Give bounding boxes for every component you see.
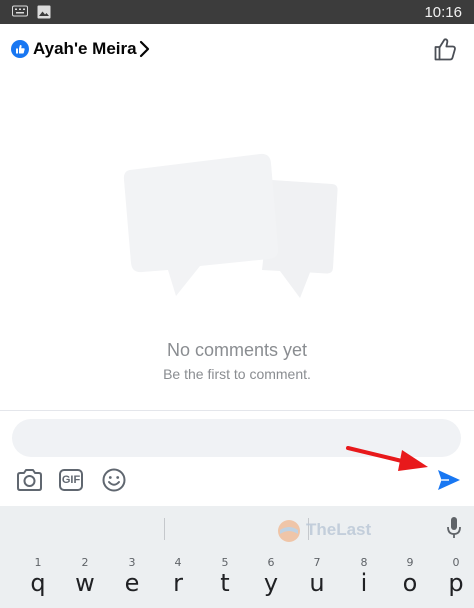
thumbs-up-icon[interactable] [433, 36, 459, 62]
key-i[interactable]: 8i [349, 554, 379, 606]
key-letter: t [220, 569, 230, 597]
key-number-hint: 5 [221, 556, 229, 569]
annotation-arrow [346, 446, 428, 471]
key-w[interactable]: 2w [70, 554, 100, 606]
empty-state-subtitle: Be the first to comment. [163, 366, 311, 382]
key-number-hint: 6 [267, 556, 275, 569]
send-icon[interactable] [436, 468, 462, 492]
key-p[interactable]: 0p [441, 554, 471, 606]
gif-icon[interactable]: GIF [59, 469, 83, 491]
key-letter: i [360, 569, 368, 597]
empty-state-title: No comments yet [166, 340, 308, 360]
key-letter: p [448, 569, 464, 597]
emoji-icon[interactable] [102, 468, 126, 492]
key-letter: o [402, 569, 418, 597]
key-letter: y [263, 569, 279, 597]
key-number-hint: 7 [313, 556, 321, 569]
soft-keyboard: TheLast 1q 2w 3e 4r 5t 6y 7u 8i 9o 0p [0, 506, 474, 608]
key-t[interactable]: 5t [210, 554, 240, 606]
microphone-icon[interactable] [446, 516, 462, 540]
status-time: 10:16 [424, 4, 462, 21]
key-letter: e [124, 569, 140, 597]
reactor-name-link[interactable]: Ayah'e Meira [33, 39, 137, 59]
status-bar: 10:16 [0, 0, 474, 24]
camera-icon[interactable] [16, 468, 43, 492]
key-number-hint: 3 [128, 556, 136, 569]
key-o[interactable]: 9o [395, 554, 425, 606]
key-number-hint: 2 [81, 556, 89, 569]
key-letter: u [309, 569, 325, 597]
key-letter: r [173, 569, 183, 597]
suggestion-divider [164, 518, 165, 540]
key-q[interactable]: 1q [23, 554, 53, 606]
watermark-logo-icon [278, 520, 300, 542]
key-number-hint: 8 [360, 556, 368, 569]
key-letter: w [75, 569, 95, 597]
chevron-right-icon[interactable] [138, 40, 150, 58]
key-number-hint: 9 [406, 556, 414, 569]
key-e[interactable]: 3e [117, 554, 147, 606]
comments-empty-illustration [123, 153, 338, 298]
image-icon [37, 5, 51, 19]
keyboard-icon [12, 5, 28, 17]
key-r[interactable]: 4r [163, 554, 193, 606]
key-u[interactable]: 7u [302, 554, 332, 606]
key-number-hint: 1 [34, 556, 42, 569]
key-number-hint: 0 [452, 556, 460, 569]
key-letter: q [30, 569, 46, 597]
gif-label: GIF [61, 474, 81, 486]
watermark-text: TheLast [306, 520, 372, 539]
composer-divider [0, 410, 474, 411]
like-badge-icon [11, 40, 29, 58]
comments-header: Ayah'e Meira [0, 24, 474, 76]
key-number-hint: 4 [174, 556, 182, 569]
key-y[interactable]: 6y [256, 554, 286, 606]
